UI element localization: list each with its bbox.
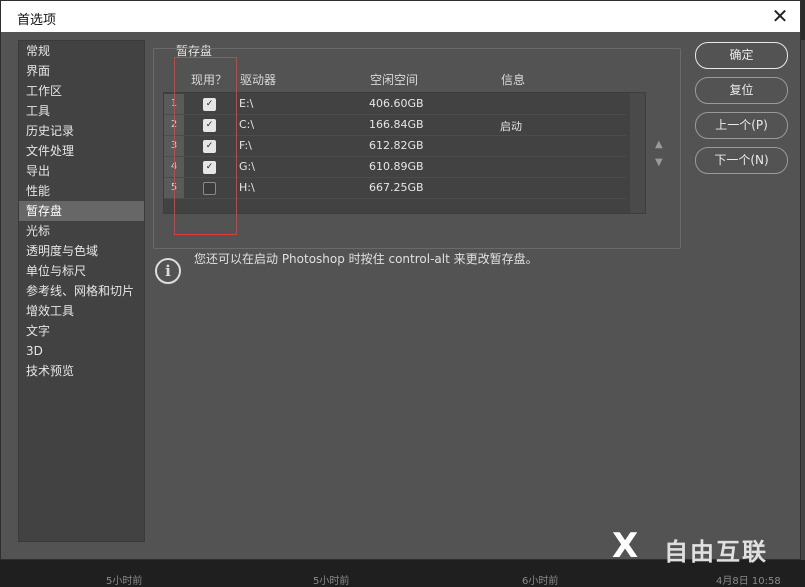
- sidebar-item[interactable]: 增效工具: [19, 301, 144, 321]
- free-space: 166.84GB: [369, 118, 424, 131]
- sidebar-item[interactable]: 历史记录: [19, 121, 144, 141]
- title-bar: 首选项 ✕: [1, 1, 800, 32]
- info-icon: i: [155, 258, 181, 284]
- sidebar-item[interactable]: 工具: [19, 101, 144, 121]
- free-space: 667.25GB: [369, 181, 424, 194]
- drive-label: G:\: [239, 160, 255, 173]
- column-header-info: 信息: [501, 73, 526, 87]
- free-space: 612.82GB: [369, 139, 424, 152]
- annotation-highlight-box: [174, 57, 237, 235]
- preferences-sidebar: 常规 界面 工作区 工具 历史记录 文件处理 导出 性能 暂存盘 光标 透明度与色域 单位与标尺 参考线…: [18, 40, 145, 542]
- move-up-icon[interactable]: ▲: [655, 139, 663, 150]
- sidebar-item[interactable]: 暂存盘: [19, 201, 144, 221]
- drive-label: E:\: [239, 97, 254, 110]
- free-space: 610.89GB: [369, 160, 424, 173]
- sidebar-item[interactable]: 单位与标尺: [19, 261, 144, 281]
- sidebar-item[interactable]: 文件处理: [19, 141, 144, 161]
- next-button[interactable]: 下一个(N): [695, 147, 788, 174]
- sidebar-item[interactable]: 常规: [19, 41, 144, 61]
- move-down-icon[interactable]: ▼: [655, 157, 663, 168]
- table-scrollbar[interactable]: [630, 93, 645, 213]
- background-time: 5小时前: [313, 576, 350, 587]
- background-time: 6小时前: [522, 576, 559, 587]
- sidebar-item[interactable]: 技术预览: [19, 361, 144, 381]
- ok-button[interactable]: 确定: [695, 42, 788, 69]
- drive-label: H:\: [239, 181, 255, 194]
- drive-label: F:\: [239, 139, 252, 152]
- drive-info: 启动: [500, 120, 522, 133]
- sidebar-item[interactable]: 光标: [19, 221, 144, 241]
- sidebar-item[interactable]: 导出: [19, 161, 144, 181]
- sidebar-item[interactable]: 界面: [19, 61, 144, 81]
- reset-button[interactable]: 复位: [695, 77, 788, 104]
- previous-button[interactable]: 上一个(P): [695, 112, 788, 139]
- watermark-x-icon: X: [612, 526, 639, 566]
- background-time: 5小时前: [106, 576, 143, 587]
- sidebar-item[interactable]: 参考线、网格和切片: [19, 281, 144, 301]
- watermark-logo: X 自由互联: [612, 526, 802, 566]
- sidebar-item[interactable]: 工作区: [19, 81, 144, 101]
- watermark-text: 自由互联: [664, 538, 768, 566]
- sidebar-item[interactable]: 性能: [19, 181, 144, 201]
- scratch-disk-note: 您还可以在启动 Photoshop 时按住 control-alt 来更改暂存盘…: [194, 252, 538, 266]
- close-icon[interactable]: ✕: [770, 5, 790, 27]
- column-header-free-space: 空闲空间: [370, 73, 419, 87]
- window-title: 首选项: [17, 13, 57, 28]
- drive-label: C:\: [239, 118, 255, 131]
- column-header-drive: 驱动器: [240, 73, 277, 87]
- free-space: 406.60GB: [369, 97, 424, 110]
- background-time: 4月8日 10:58: [716, 576, 781, 587]
- sidebar-item[interactable]: 透明度与色域: [19, 241, 144, 261]
- preferences-dialog: 首选项 ✕ 常规 界面 工作区 工具 历史记录 文件处理 导出 性能 暂存盘 光标 透明度与色域 单位…: [0, 0, 801, 560]
- sidebar-item[interactable]: 文字: [19, 321, 144, 341]
- sidebar-item[interactable]: 3D: [19, 341, 144, 361]
